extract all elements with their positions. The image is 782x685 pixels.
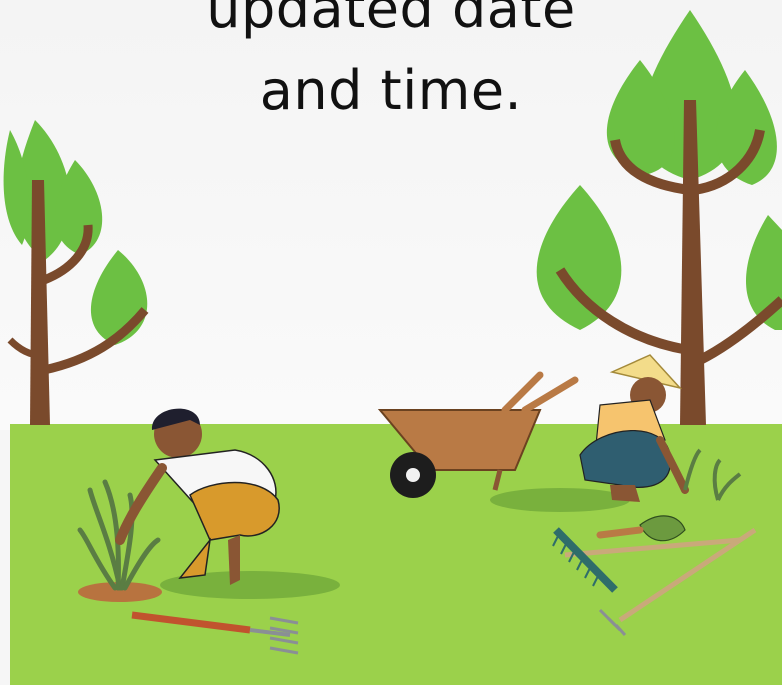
garden-tools-icon	[131, 515, 757, 655]
illustration-scene: updated date and time.	[0, 0, 782, 685]
